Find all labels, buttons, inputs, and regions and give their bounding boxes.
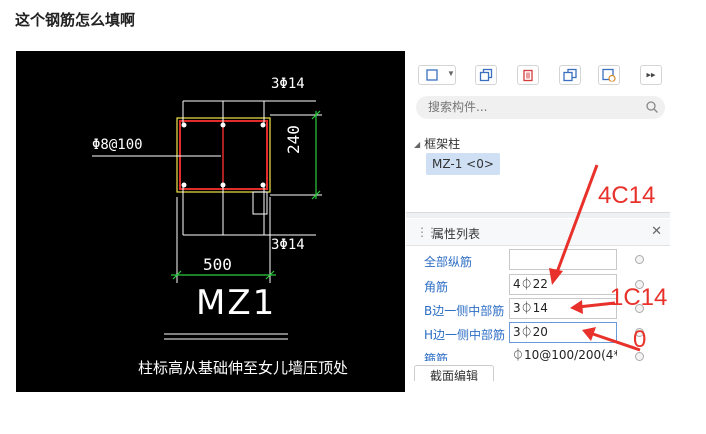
layer-copy-icon: [563, 68, 577, 82]
height-dimension: 240: [284, 125, 303, 154]
component-panel: ▼ ▸▸ ◢ 框架柱 MZ-1 <0> ⋮⋮ 属性列表 ✕ 全部纵筋 角筋 4⏀2…: [406, 51, 670, 381]
collapse-arrow-icon[interactable]: ◢: [414, 140, 420, 149]
rebar-dot: [220, 182, 226, 188]
new-component-button[interactable]: ▼: [418, 65, 456, 85]
section-gap: [406, 213, 670, 218]
tree-root-label: 框架柱: [424, 137, 461, 151]
new-component-icon: [426, 69, 438, 81]
attr-label: 箍筋: [424, 352, 449, 361]
attr-flag-radio[interactable]: [635, 255, 644, 264]
attribute-header: ⋮⋮ 属性列表 ✕: [406, 219, 670, 246]
rebar-dot: [220, 122, 226, 128]
attr-row-h-side-rebar: H边一侧中部筋 3⏀20: [406, 321, 670, 346]
attr-row-all-longitudinal: 全部纵筋: [406, 248, 670, 273]
bottom-rebar-label: 3Φ14: [271, 237, 305, 253]
attr-value-input[interactable]: ⏀10@100/200(4*4: [509, 346, 617, 361]
more-icon: ▸▸: [646, 69, 656, 80]
attr-value-input[interactable]: 3⏀14: [509, 298, 617, 319]
attribute-title: 属性列表: [432, 227, 481, 241]
rebar-dot: [260, 122, 266, 128]
search-icon[interactable]: [645, 100, 659, 114]
top-rebar-label: 3Φ14: [271, 76, 305, 92]
cad-drawing: 3Φ14 3Φ14 Φ8@100 500 240 MZ1 柱标高从基础伸至女儿墙…: [16, 51, 405, 392]
tree-item-mz1[interactable]: MZ-1 <0>: [426, 153, 500, 175]
layer-copy-button[interactable]: [559, 65, 581, 85]
attr-row-stirrup: 箍筋 ⏀10@100/200(4*4: [406, 345, 670, 361]
column-name: MZ1: [196, 283, 277, 323]
copy-button[interactable]: [475, 65, 497, 85]
annotation-zero: 0: [633, 326, 647, 353]
close-icon[interactable]: ✕: [651, 223, 662, 239]
tree-root-frame-column[interactable]: ◢ 框架柱: [414, 135, 460, 152]
search-input[interactable]: [428, 99, 628, 115]
property-icon: [602, 68, 616, 82]
column-section-drawing: [92, 100, 322, 340]
section-edit-button[interactable]: 截面编辑: [414, 365, 494, 381]
copy-icon: [479, 68, 493, 82]
attr-label: H边一侧中部筋: [424, 328, 506, 342]
question-title: 这个钢筋怎么填啊: [15, 11, 136, 29]
attr-label: 角筋: [424, 280, 449, 294]
delete-button[interactable]: [517, 65, 539, 85]
width-dimension: 500: [203, 255, 232, 274]
search-box[interactable]: [416, 96, 665, 119]
annotation-4c14: 4C14: [598, 182, 656, 209]
rebar-dot: [181, 122, 187, 128]
annotation-1c14: 1C14: [610, 284, 668, 311]
attr-value-input[interactable]: [509, 249, 617, 270]
more-button[interactable]: ▸▸: [640, 65, 662, 85]
stirrup-label: Φ8@100: [92, 137, 143, 153]
rebar-dot: [260, 182, 266, 188]
attr-value-input[interactable]: 3⏀20: [509, 322, 617, 343]
dropdown-icon: ▼: [447, 69, 455, 78]
attr-label: 全部纵筋: [424, 255, 473, 269]
delete-icon: [523, 69, 533, 82]
property-button[interactable]: [598, 65, 620, 85]
column-note: 柱标高从基础伸至女儿墙压顶处: [138, 359, 349, 377]
rebar-dot: [181, 182, 187, 188]
attr-label: B边一侧中部筋: [424, 304, 505, 318]
attr-value-input[interactable]: 4⏀22: [509, 274, 617, 295]
